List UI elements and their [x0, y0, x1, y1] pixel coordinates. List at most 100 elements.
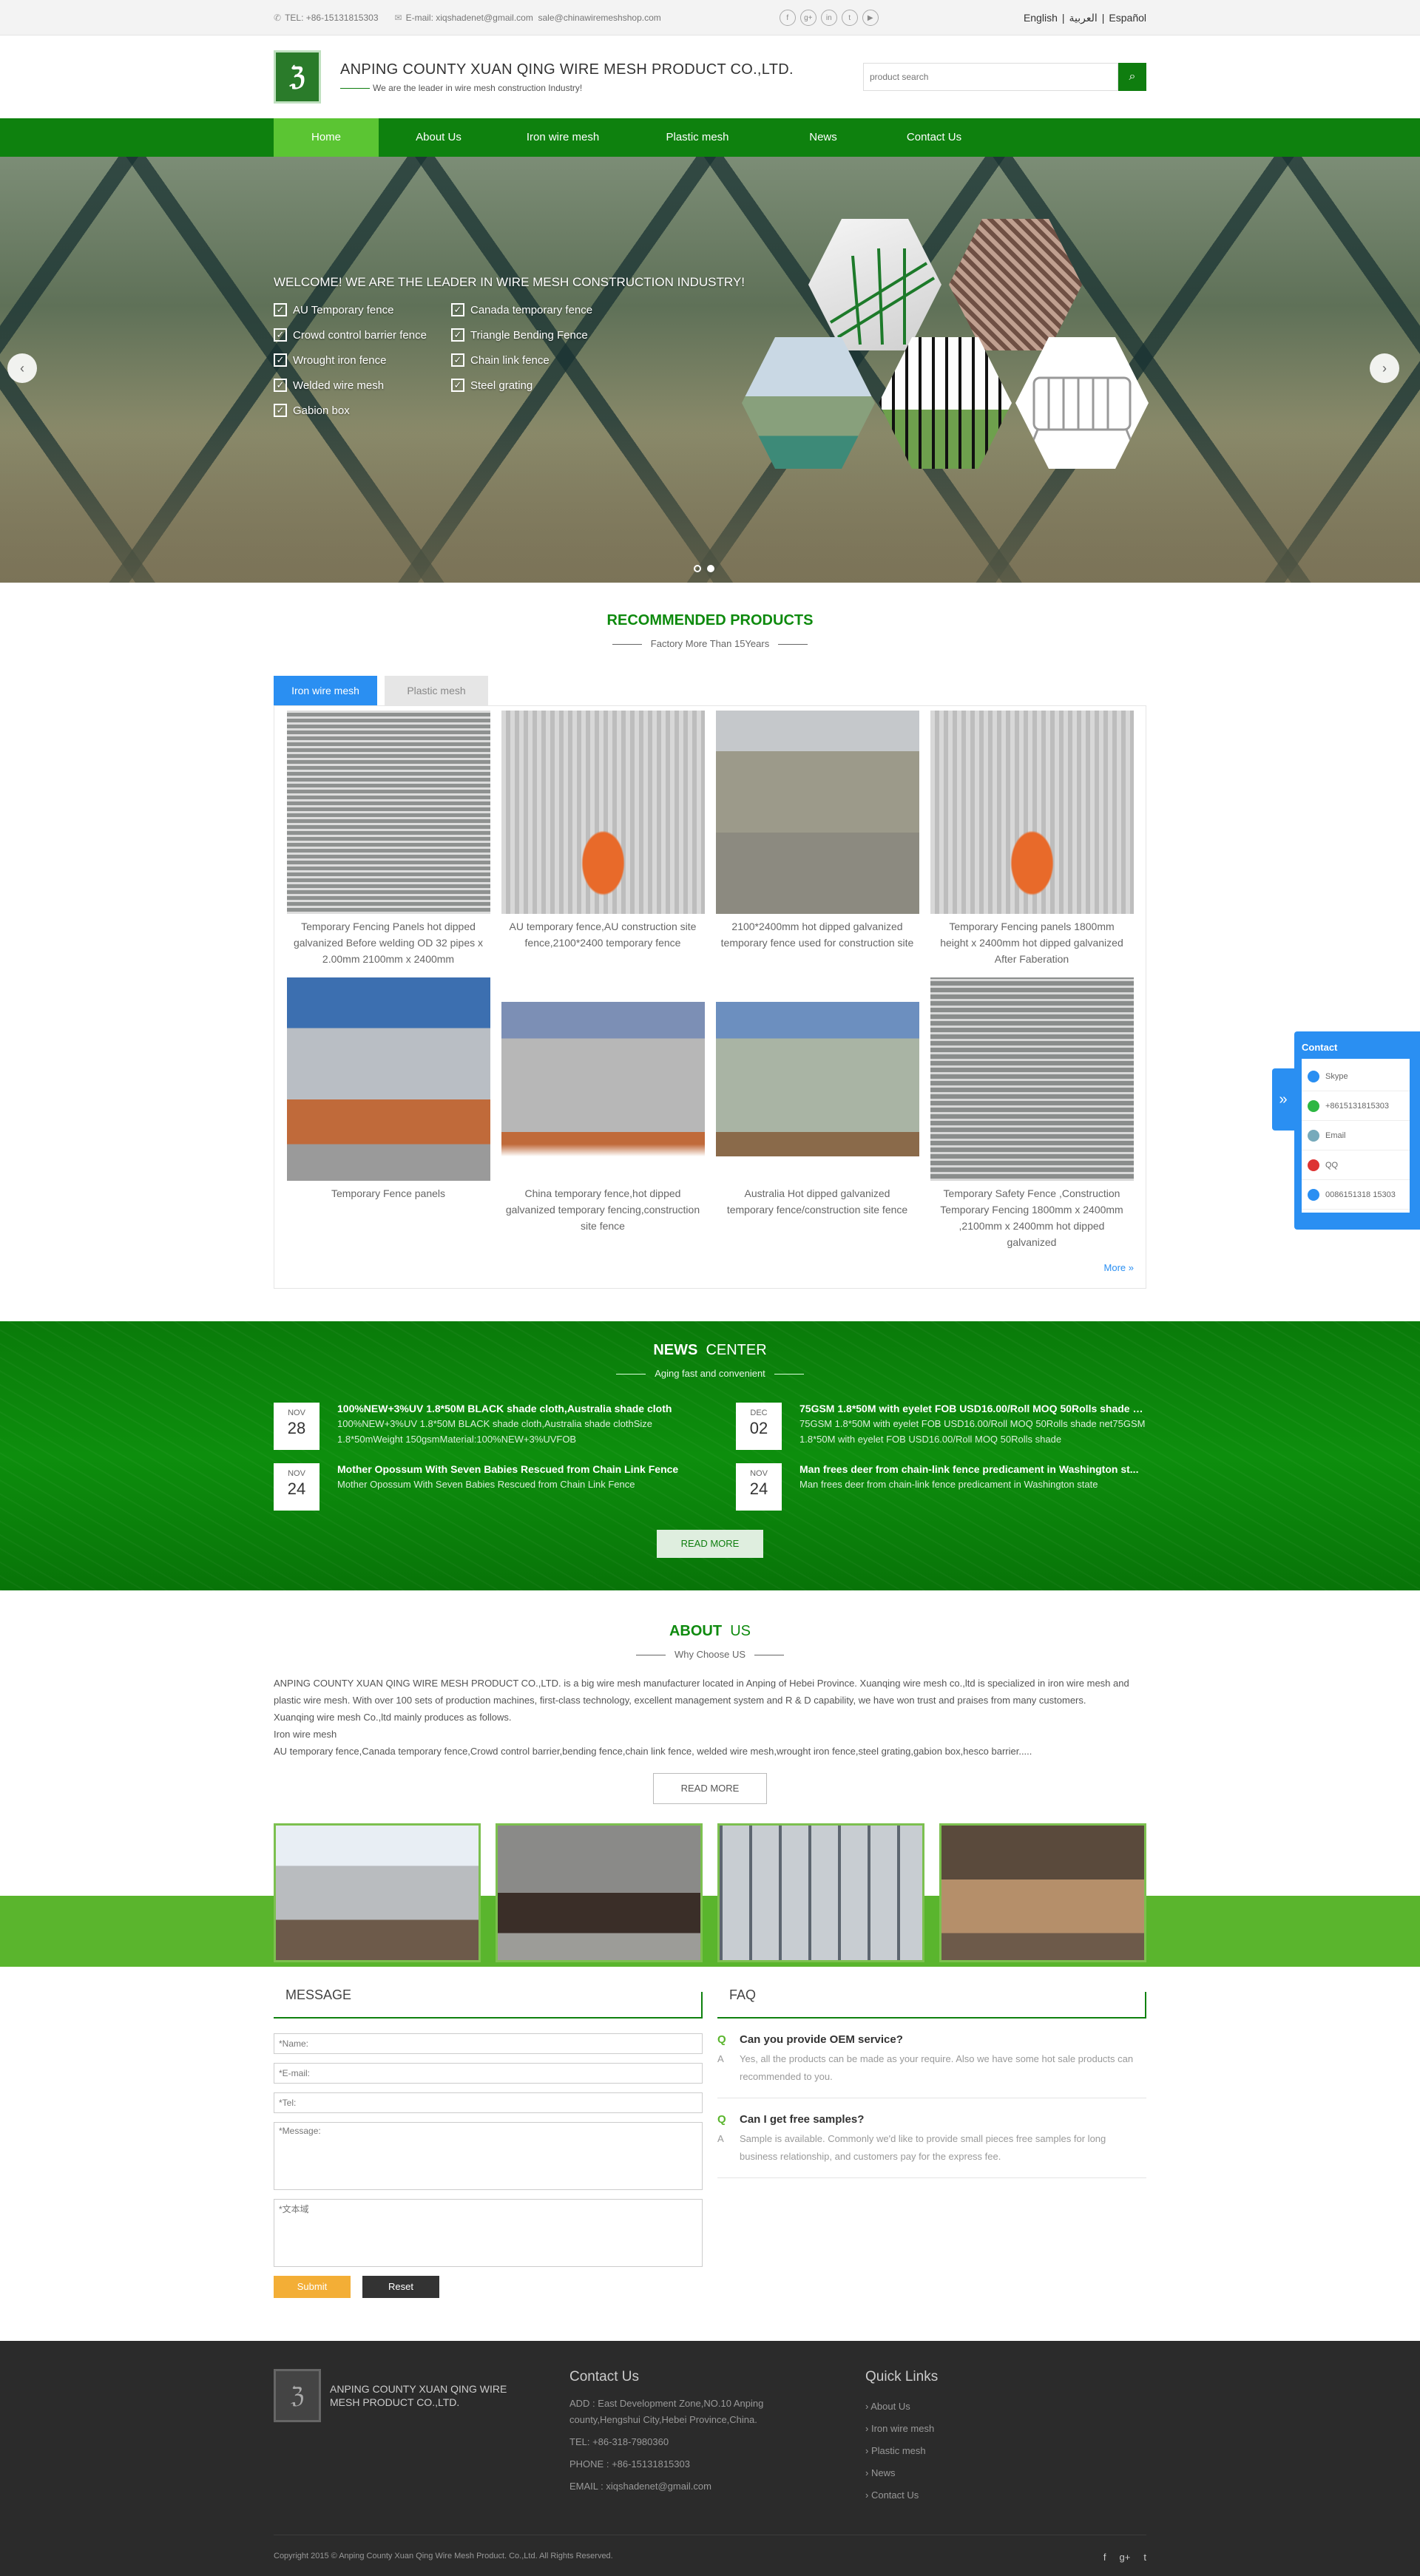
product-card[interactable]: Temporary Fencing Panels hot dipped galv… [286, 711, 490, 967]
lang-arabic[interactable]: العربية [1069, 12, 1098, 24]
facebook-icon[interactable]: f [779, 10, 796, 26]
footer-social: f g+ t [1103, 2552, 1146, 2563]
news-date: DEC 02 [736, 1403, 782, 1450]
tel-info: ✆ TEL: +86-15131815303 [274, 13, 379, 23]
reset-button[interactable]: Reset [362, 2276, 439, 2298]
collapse-panel-button[interactable]: » [1272, 1068, 1294, 1131]
email-field[interactable] [274, 2063, 703, 2084]
footer-link-news[interactable]: News [865, 2462, 938, 2484]
about-read-more-button[interactable]: READ MORE [653, 1773, 767, 1804]
banner-prev-button[interactable]: ‹ [7, 353, 37, 383]
twitter-icon[interactable]: t [1143, 2552, 1146, 2563]
email-info: ✉ E-mail: xiqshadenet@gmail.com sale@chin… [395, 13, 661, 23]
googleplus-icon[interactable]: g+ [799, 10, 816, 26]
footer-link-contact[interactable]: Contact Us [865, 2484, 938, 2506]
company-photo[interactable] [939, 1823, 1146, 1962]
news-headline[interactable]: Man frees deer from chain-link fence pre… [799, 1463, 1147, 1475]
tel-field[interactable] [274, 2092, 703, 2113]
more-products-link[interactable]: More » [286, 1262, 1134, 1273]
product-image[interactable] [715, 711, 919, 914]
message-field[interactable] [274, 2122, 703, 2190]
footer-company: ANPING COUNTY XUAN QING WIRE MESH PRODUC… [330, 2383, 507, 2408]
product-title[interactable]: AU temporary fence,AU construction site … [501, 918, 705, 951]
product-title[interactable]: Temporary Fence panels [287, 1185, 490, 1201]
email-icon [1308, 1129, 1319, 1142]
news-item[interactable]: NOV 24 Mother Opossum With Seven Babies R… [274, 1463, 684, 1511]
product-image[interactable] [501, 977, 705, 1181]
nav-about-us[interactable]: About Us [379, 118, 498, 157]
linkedin-icon[interactable]: in [820, 10, 837, 26]
product-title[interactable]: Australia Hot dipped galvanized temporar… [716, 1185, 919, 1218]
nav-contact-us[interactable]: Contact Us [879, 118, 990, 157]
product-card[interactable]: Temporary Fencing panels 1800mm height x… [930, 711, 1134, 967]
feature-item: ✓ AU Temporary fence [274, 303, 451, 316]
name-field[interactable] [274, 2033, 703, 2054]
search-input[interactable] [863, 63, 1118, 91]
banner-dot-2[interactable] [707, 565, 714, 572]
submit-button[interactable]: Submit [274, 2276, 351, 2298]
check-icon: ✓ [274, 353, 287, 367]
product-image[interactable] [286, 711, 490, 914]
product-title[interactable]: 2100*2400mm hot dipped galvanized tempor… [716, 918, 919, 951]
footer-email[interactable]: EMAIL : xiqshadenet@gmail.com [569, 2478, 791, 2495]
company-logo[interactable]: ℨ [274, 50, 321, 104]
news-item[interactable]: NOV 24 Man frees deer from chain-link fen… [736, 1463, 1146, 1511]
news-headline[interactable]: Mother Opossum With Seven Babies Rescued… [337, 1463, 685, 1475]
product-title[interactable]: Temporary Fencing Panels hot dipped galv… [287, 918, 490, 967]
nav-news[interactable]: News [768, 118, 879, 157]
product-image[interactable] [501, 711, 705, 914]
company-photo[interactable] [496, 1823, 703, 1962]
news-read-more-button[interactable]: READ MORE [657, 1530, 763, 1558]
email2-text[interactable]: sale@chinawiremeshshop.com [538, 13, 661, 23]
product-title[interactable]: China temporary fence,hot dipped galvani… [501, 1185, 705, 1234]
lang-spanish[interactable]: Español [1109, 12, 1146, 24]
check-icon: ✓ [451, 328, 464, 342]
extra-textarea[interactable] [274, 2199, 703, 2267]
tab-plastic-mesh[interactable]: Plastic mesh [385, 676, 488, 705]
product-image[interactable] [930, 977, 1134, 1181]
product-card[interactable]: Australia Hot dipped galvanized temporar… [715, 977, 919, 1250]
product-image[interactable] [715, 977, 919, 1181]
product-image[interactable] [286, 977, 490, 1181]
search-button[interactable]: ⌕ [1118, 63, 1146, 91]
footer-logo[interactable]: ℨ [274, 2369, 321, 2422]
googleplus-icon[interactable]: g+ [1120, 2552, 1131, 2563]
news-item[interactable]: DEC 02 75GSM 1.8*50M with eyelet FOB USD1… [736, 1403, 1147, 1450]
nav-iron-wire-mesh[interactable]: Iron wire mesh [498, 118, 627, 157]
footer-link-about[interactable]: About Us [865, 2396, 938, 2418]
youtube-icon[interactable]: ▶ [862, 10, 879, 26]
contact-qq[interactable]: QQ [1302, 1150, 1410, 1180]
news-item[interactable]: NOV 28 100%NEW+3%UV 1.8*50M BLACK shade c… [274, 1403, 684, 1450]
facebook-icon[interactable]: f [1103, 2552, 1106, 2563]
product-card[interactable]: China temporary fence,hot dipped galvani… [501, 977, 705, 1250]
tab-iron-wire-mesh[interactable]: Iron wire mesh [274, 676, 377, 705]
product-image[interactable] [930, 711, 1134, 914]
social-links: f g+ in t ▶ [779, 10, 879, 26]
contact-whatsapp[interactable]: +8615131815303 [1302, 1091, 1410, 1121]
banner-next-button[interactable]: › [1370, 353, 1399, 383]
email-text[interactable]: E-mail: xiqshadenet@gmail.com [406, 13, 533, 23]
product-card[interactable]: Temporary Fence panels [286, 977, 490, 1250]
banner-dot-1[interactable] [694, 565, 701, 572]
lang-english[interactable]: English [1024, 12, 1058, 24]
news-headline[interactable]: 75GSM 1.8*50M with eyelet FOB USD16.00/R… [799, 1403, 1147, 1414]
contact-phone[interactable]: 0086151318 15303 [1302, 1180, 1410, 1210]
product-card[interactable]: AU temporary fence,AU construction site … [501, 711, 705, 967]
footer-link-plastic-mesh[interactable]: Plastic mesh [865, 2440, 938, 2462]
product-card[interactable]: 2100*2400mm hot dipped galvanized tempor… [715, 711, 919, 967]
nav-plastic-mesh[interactable]: Plastic mesh [627, 118, 768, 157]
company-photo[interactable] [274, 1823, 481, 1962]
contact-skype[interactable]: Skype [1302, 1062, 1410, 1091]
twitter-icon[interactable]: t [841, 10, 858, 26]
contact-email[interactable]: Email [1302, 1121, 1410, 1150]
company-photo[interactable] [717, 1823, 924, 1962]
news-headline[interactable]: 100%NEW+3%UV 1.8*50M BLACK shade cloth,A… [337, 1403, 685, 1414]
footer-link-iron-wire-mesh[interactable]: Iron wire mesh [865, 2418, 938, 2440]
product-card[interactable]: Temporary Safety Fence ,Construction Tem… [930, 977, 1134, 1250]
nav-home[interactable]: Home [274, 118, 379, 157]
banner-welcome: WELCOME! WE ARE THE LEADER IN WIRE MESH … [274, 275, 745, 289]
copyright: Copyright 2015 © Anping County Xuan Qing… [274, 2552, 613, 2560]
product-title[interactable]: Temporary Fencing panels 1800mm height x… [930, 918, 1134, 967]
product-title[interactable]: Temporary Safety Fence ,Construction Tem… [930, 1185, 1134, 1250]
footer: ℨ ANPING COUNTY XUAN QING WIRE MESH PROD… [0, 2341, 1420, 2576]
